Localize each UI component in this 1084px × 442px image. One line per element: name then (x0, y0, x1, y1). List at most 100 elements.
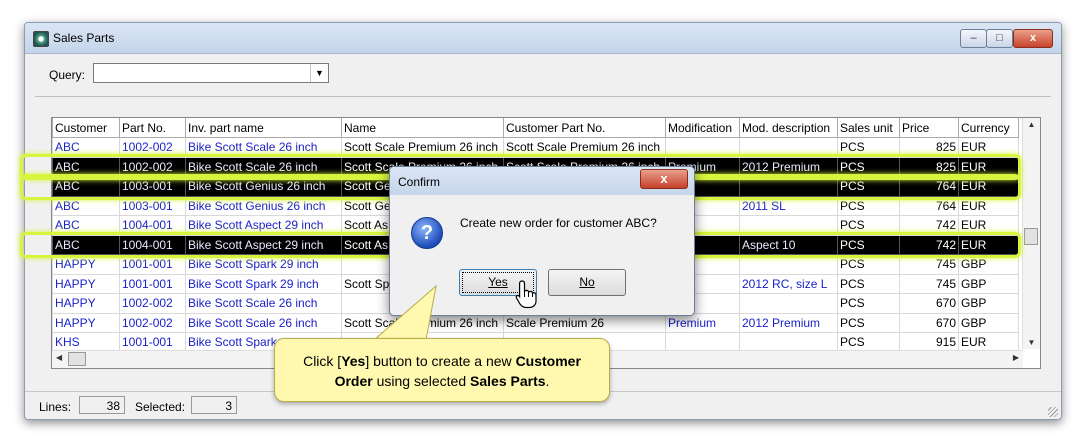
table-cell[interactable]: 825 (899, 156, 959, 177)
table-cell[interactable]: HAPPY (52, 293, 120, 314)
table-cell[interactable]: EUR (958, 137, 1019, 158)
table-cell[interactable]: 745 (899, 273, 959, 294)
table-cell[interactable]: 2012 Premium (739, 156, 838, 177)
table-cell[interactable]: Aspect 10 (739, 234, 838, 255)
table-cell[interactable]: ABC (52, 137, 120, 158)
table-cell[interactable]: GBP (958, 273, 1019, 294)
table-cell[interactable]: PCS (837, 195, 900, 216)
table-cell[interactable]: HAPPY (52, 312, 120, 333)
table-cell[interactable]: 1003-001 (119, 195, 186, 216)
table-cell[interactable]: EUR (958, 176, 1019, 197)
table-cell[interactable]: 764 (899, 195, 959, 216)
chevron-down-icon[interactable]: ▼ (310, 64, 328, 82)
column-header[interactable]: Mod. description (739, 118, 838, 138)
table-cell[interactable]: GBP (958, 254, 1019, 275)
column-header[interactable]: Customer Part No. (503, 118, 666, 138)
table-cell[interactable] (739, 293, 838, 314)
column-header[interactable]: Currency (958, 118, 1019, 138)
table-cell[interactable]: PCS (837, 215, 900, 236)
table-cell[interactable] (739, 254, 838, 275)
vertical-scrollbar[interactable]: ▲ ▼ (1022, 118, 1040, 349)
column-header[interactable]: Customer (52, 118, 120, 138)
column-header[interactable]: Modification (665, 118, 740, 138)
table-cell[interactable]: 1002-002 (119, 156, 186, 177)
table-cell[interactable]: Bike Scott Scale 26 inch (185, 312, 342, 333)
table-cell[interactable]: ABC (52, 195, 120, 216)
table-cell[interactable]: 745 (899, 254, 959, 275)
table-cell[interactable]: 670 (899, 312, 959, 333)
table-row[interactable]: ABC 1002-002 Bike Scott Scale 26 inch Scott… (52, 137, 1019, 158)
scroll-right-icon[interactable]: ▶ (1013, 353, 1019, 362)
table-cell[interactable]: ABC (52, 176, 120, 197)
table-cell[interactable] (739, 137, 838, 158)
table-cell[interactable]: 1002-002 (119, 293, 186, 314)
table-cell[interactable]: PCS (837, 137, 900, 158)
table-cell[interactable]: PCS (837, 234, 900, 255)
table-cell[interactable]: GBP (958, 312, 1019, 333)
table-cell[interactable]: 2012 RC, size L (739, 273, 838, 294)
table-cell[interactable]: EUR (958, 156, 1019, 177)
table-cell[interactable]: Bike Scott Spark 29 inch (185, 254, 342, 275)
table-cell[interactable]: 742 (899, 215, 959, 236)
table-cell[interactable]: 764 (899, 176, 959, 197)
table-cell[interactable] (739, 215, 838, 236)
table-cell[interactable]: Bike Scott Spark 29 inch (185, 273, 342, 294)
table-cell[interactable]: 1003-001 (119, 176, 186, 197)
table-cell[interactable]: 2012 Premium (739, 312, 838, 333)
table-cell[interactable]: 1002-002 (119, 137, 186, 158)
table-cell[interactable]: Bike Scott Genius 26 inch (185, 195, 342, 216)
table-cell[interactable]: 2011 SL (739, 195, 838, 216)
table-cell[interactable]: 670 (899, 293, 959, 314)
scroll-up-icon[interactable]: ▲ (1023, 120, 1040, 129)
table-cell[interactable]: Bike Scott Aspect 29 inch (185, 215, 342, 236)
dialog-close-button[interactable]: x (640, 169, 688, 189)
table-cell[interactable]: PCS (837, 273, 900, 294)
column-header[interactable]: Inv. part name (185, 118, 342, 138)
table-cell[interactable]: PCS (837, 254, 900, 275)
close-button[interactable]: x (1013, 29, 1053, 48)
table-cell[interactable]: Bike Scott Scale 26 inch (185, 137, 342, 158)
table-cell[interactable]: HAPPY (52, 273, 120, 294)
table-cell[interactable]: PCS (837, 312, 900, 333)
maximize-button[interactable]: □ (986, 29, 1013, 48)
table-cell[interactable]: ABC (52, 234, 120, 255)
table-cell[interactable]: PCS (837, 293, 900, 314)
table-cell[interactable]: Bike Scott Scale 26 inch (185, 293, 342, 314)
column-header[interactable]: Part No. (119, 118, 186, 138)
table-cell[interactable]: EUR (958, 195, 1019, 216)
resize-grip-icon[interactable] (1048, 407, 1058, 417)
dialog-title-bar[interactable]: Confirm x (390, 167, 694, 195)
table-cell[interactable]: ABC (52, 156, 120, 177)
scroll-down-icon[interactable]: ▼ (1023, 338, 1040, 347)
table-cell[interactable]: 1002-002 (119, 312, 186, 333)
no-button[interactable]: No (548, 269, 626, 296)
minimize-button[interactable]: – (960, 29, 987, 48)
hscroll-thumb[interactable] (68, 352, 86, 366)
table-cell[interactable]: 1004-001 (119, 215, 186, 236)
scroll-left-icon[interactable]: ◀ (56, 353, 62, 362)
table-cell[interactable]: ABC (52, 215, 120, 236)
table-cell[interactable]: GBP (958, 293, 1019, 314)
column-header[interactable]: Name (341, 118, 504, 138)
table-cell[interactable] (665, 137, 740, 158)
column-header[interactable]: Sales unit (837, 118, 900, 138)
table-cell[interactable]: EUR (958, 234, 1019, 255)
query-dropdown[interactable]: ▼ (93, 63, 329, 83)
table-cell[interactable]: Bike Scott Genius 26 inch (185, 176, 342, 197)
table-cell[interactable]: PCS (837, 176, 900, 197)
table-cell[interactable]: 1004-001 (119, 234, 186, 255)
table-cell[interactable]: 1001-001 (119, 273, 186, 294)
column-header[interactable]: Price (899, 118, 959, 138)
table-cell[interactable] (739, 176, 838, 197)
table-cell[interactable]: 1001-001 (119, 254, 186, 275)
scroll-thumb[interactable] (1024, 228, 1038, 245)
table-cell[interactable]: 825 (899, 137, 959, 158)
table-cell[interactable]: Scott Scale Premium 26 inch (503, 137, 666, 158)
title-bar[interactable]: Sales Parts – □ x (25, 23, 1061, 54)
table-cell[interactable]: HAPPY (52, 254, 120, 275)
table-cell[interactable]: Bike Scott Aspect 29 inch (185, 234, 342, 255)
table-cell[interactable]: Scott Scale Premium 26 inch (341, 137, 504, 158)
table-cell[interactable]: PCS (837, 156, 900, 177)
table-cell[interactable]: EUR (958, 215, 1019, 236)
table-cell[interactable]: Bike Scott Scale 26 inch (185, 156, 342, 177)
